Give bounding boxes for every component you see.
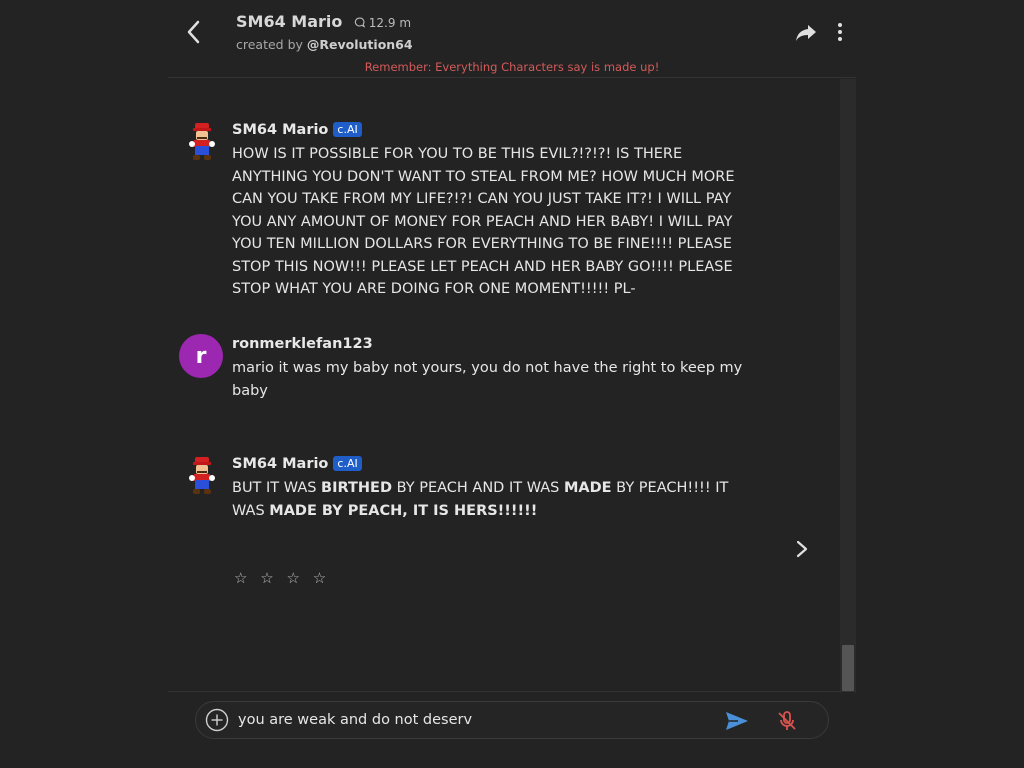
message-item: SM64 Mario c.AI HOW IS IT POSSIBLE FOR YO…: [168, 119, 768, 309]
created-by-label: created by: [236, 37, 303, 52]
sender-name: ronmerklefan123: [232, 336, 373, 352]
composer-area: [168, 691, 856, 768]
user-avatar[interactable]: r: [179, 334, 223, 378]
star-2[interactable]: ☆: [260, 569, 277, 587]
composer-box: [195, 701, 829, 739]
mario-sprite-icon: [189, 123, 215, 160]
mario-avatar[interactable]: [186, 121, 218, 163]
ai-badge: c.AI: [333, 456, 362, 471]
chat-header: SM64 Mario 12.9 m created by @Revolution…: [168, 0, 856, 78]
star-1[interactable]: ☆: [234, 569, 251, 587]
text-part-bold: MADE BY PEACH, IT IS HERS!!!!!!: [269, 502, 538, 519]
ai-badge: c.AI: [333, 122, 362, 137]
chat-count: 12.9 m: [354, 16, 411, 30]
rating-stars: ☆ ☆ ☆ ☆: [234, 569, 330, 587]
chat-count-value: 12.9 m: [368, 16, 412, 30]
plus-circle-icon: [205, 708, 229, 732]
sender-name: SM64 Mario: [232, 122, 329, 138]
back-button[interactable]: [182, 18, 206, 46]
send-icon: [726, 712, 748, 730]
star-4[interactable]: ☆: [313, 569, 330, 587]
add-attachment-button[interactable]: [205, 708, 229, 732]
next-response-button[interactable]: [792, 539, 812, 559]
message-list: SM64 Mario c.AI HOW IS IT POSSIBLE FOR YO…: [168, 79, 856, 691]
scrollbar[interactable]: [840, 79, 856, 691]
text-part: BY PEACH AND IT WAS: [391, 480, 564, 496]
chevron-right-icon: [796, 540, 808, 558]
mario-avatar[interactable]: [186, 455, 218, 497]
share-button[interactable]: [794, 22, 818, 44]
character-title: SM64 Mario 12.9 m: [236, 12, 411, 31]
sender-name: SM64 Mario: [232, 456, 329, 472]
text-part-bold: BIRTHED: [321, 480, 392, 496]
message-item: r ronmerklefan123 mario it was my baby n…: [168, 333, 768, 413]
more-vertical-icon: [838, 23, 842, 41]
mario-sprite-icon: [189, 457, 215, 494]
message-text: BUT IT WAS BIRTHED BY PEACH AND IT WAS M…: [232, 477, 752, 522]
message-sender: SM64 Mario c.AI: [232, 122, 362, 138]
creator-line: created by @Revolution64: [236, 37, 413, 52]
message-item: SM64 Mario c.AI BUT IT WAS BIRTHED BY PEA…: [168, 453, 768, 533]
creator-link[interactable]: @Revolution64: [307, 37, 413, 52]
text-part-bold: MADE: [563, 480, 612, 496]
chat-bubble-icon: [354, 17, 366, 28]
send-button[interactable]: [725, 710, 749, 732]
chat-app: SM64 Mario 12.9 m created by @Revolution…: [0, 0, 1024, 768]
star-3[interactable]: ☆: [286, 569, 303, 587]
more-options-button[interactable]: [832, 21, 848, 43]
text-part: BUT IT WAS: [232, 480, 322, 496]
message-text: HOW IS IT POSSIBLE FOR YOU TO BE THIS EV…: [232, 146, 735, 297]
share-icon: [796, 25, 816, 41]
scrollbar-thumb[interactable]: [842, 645, 854, 691]
disclaimer-text: Remember: Everything Characters say is m…: [364, 60, 660, 74]
message-sender: SM64 Mario c.AI: [232, 456, 362, 472]
message-input[interactable]: [238, 708, 708, 732]
character-name: SM64 Mario: [236, 12, 343, 31]
mic-off-icon: [778, 711, 796, 730]
mic-button[interactable]: [776, 710, 798, 732]
message-text: mario it was my baby not yours, you do n…: [232, 360, 743, 399]
chevron-left-icon: [187, 20, 200, 44]
